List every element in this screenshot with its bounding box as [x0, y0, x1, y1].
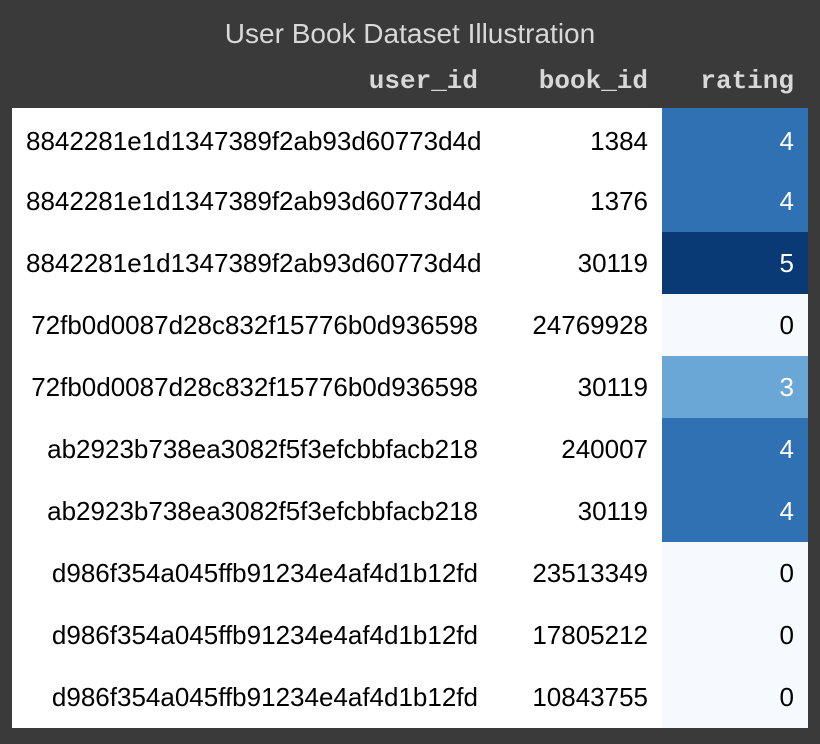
cell-book-id: 240007 [492, 418, 662, 480]
cell-user-id: ab2923b738ea3082f5f3efcbbfacb218 [12, 480, 492, 542]
cell-rating: 0 [662, 542, 808, 604]
cell-book-id: 30119 [492, 232, 662, 294]
cell-user-id: d986f354a045ffb91234e4af4d1b12fd [12, 666, 492, 728]
cell-rating: 0 [662, 604, 808, 666]
page-title: User Book Dataset Illustration [12, 12, 808, 60]
cell-user-id: 72fb0d0087d28c832f15776b0d936598 [12, 356, 492, 418]
cell-rating: 0 [662, 666, 808, 728]
cell-book-id: 24769928 [492, 294, 662, 356]
cell-book-id: 30119 [492, 356, 662, 418]
cell-rating: 4 [662, 170, 808, 232]
cell-user-id: 72fb0d0087d28c832f15776b0d936598 [12, 294, 492, 356]
table-row: d986f354a045ffb91234e4af4d1b12fd17805212… [12, 604, 808, 666]
cell-rating: 4 [662, 108, 808, 170]
cell-book-id: 30119 [492, 480, 662, 542]
table-row: 72fb0d0087d28c832f15776b0d93659824769928… [12, 294, 808, 356]
cell-book-id: 23513349 [492, 542, 662, 604]
cell-user-id: 8842281e1d1347389f2ab93d60773d4d [12, 108, 492, 170]
dataset-table-wrap: user_id book_id rating 8842281e1d1347389… [12, 60, 808, 728]
cell-book-id: 10843755 [492, 666, 662, 728]
dataset-table: user_id book_id rating 8842281e1d1347389… [12, 60, 808, 728]
table-row: ab2923b738ea3082f5f3efcbbfacb218301194 [12, 480, 808, 542]
table-row: d986f354a045ffb91234e4af4d1b12fd10843755… [12, 666, 808, 728]
cell-user-id: 8842281e1d1347389f2ab93d60773d4d [12, 170, 492, 232]
cell-rating: 5 [662, 232, 808, 294]
cell-rating: 4 [662, 480, 808, 542]
column-header-rating: rating [662, 60, 808, 108]
cell-user-id: ab2923b738ea3082f5f3efcbbfacb218 [12, 418, 492, 480]
cell-rating: 3 [662, 356, 808, 418]
table-body: 8842281e1d1347389f2ab93d60773d4d13844884… [12, 108, 808, 728]
table-row: d986f354a045ffb91234e4af4d1b12fd23513349… [12, 542, 808, 604]
table-row: 8842281e1d1347389f2ab93d60773d4d13844 [12, 108, 808, 170]
table-row: 8842281e1d1347389f2ab93d60773d4d301195 [12, 232, 808, 294]
cell-user-id: d986f354a045ffb91234e4af4d1b12fd [12, 542, 492, 604]
cell-user-id: 8842281e1d1347389f2ab93d60773d4d [12, 232, 492, 294]
column-header-user-id: user_id [12, 60, 492, 108]
cell-book-id: 1376 [492, 170, 662, 232]
column-header-book-id: book_id [492, 60, 662, 108]
table-header-row: user_id book_id rating [12, 60, 808, 108]
cell-book-id: 1384 [492, 108, 662, 170]
cell-rating: 0 [662, 294, 808, 356]
table-row: 72fb0d0087d28c832f15776b0d936598301193 [12, 356, 808, 418]
cell-book-id: 17805212 [492, 604, 662, 666]
cell-user-id: d986f354a045ffb91234e4af4d1b12fd [12, 604, 492, 666]
table-row: 8842281e1d1347389f2ab93d60773d4d13764 [12, 170, 808, 232]
cell-rating: 4 [662, 418, 808, 480]
table-row: ab2923b738ea3082f5f3efcbbfacb2182400074 [12, 418, 808, 480]
